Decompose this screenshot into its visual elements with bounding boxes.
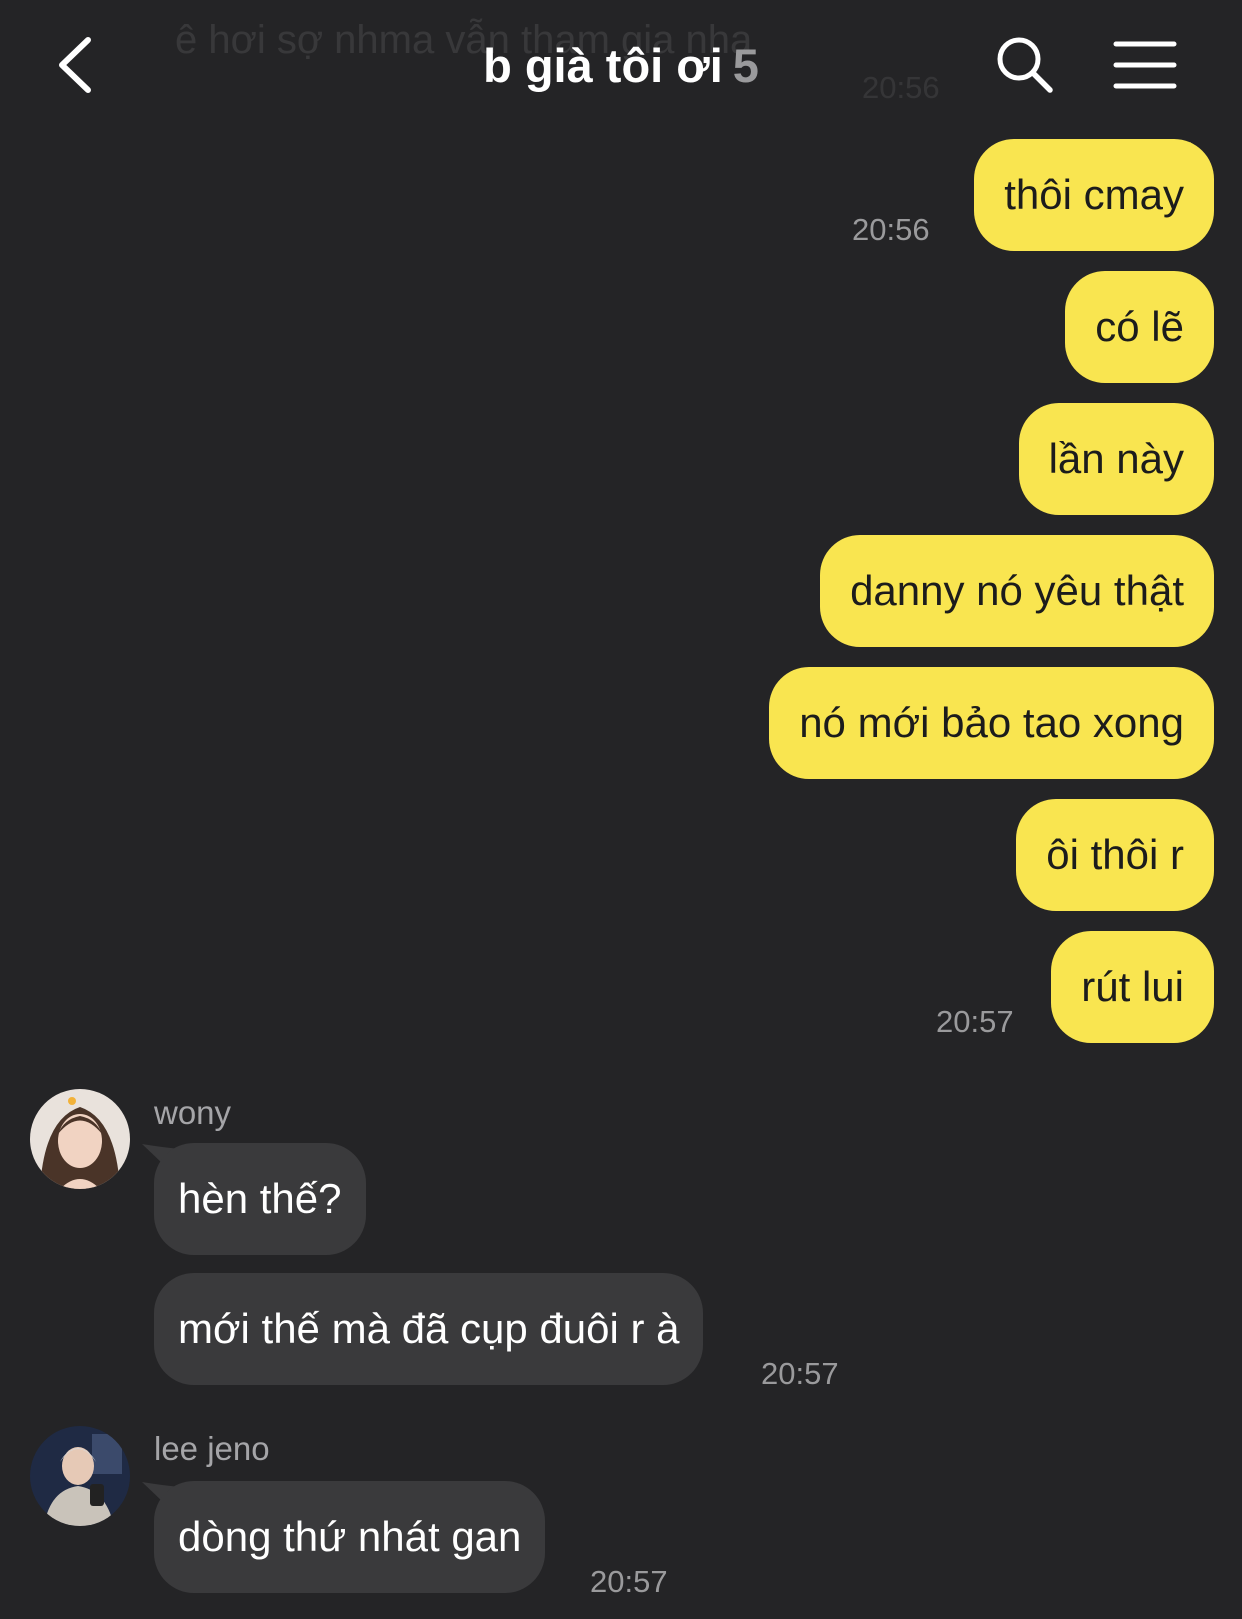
incoming-message[interactable]: mới thế mà đã cụp đuôi r à — [154, 1273, 704, 1385]
incoming-message[interactable]: dòng thứ nhát gan — [154, 1481, 546, 1593]
message-time: 20:57 — [590, 1564, 668, 1599]
outgoing-message[interactable]: thôi cmay — [974, 139, 1214, 251]
outgoing-message[interactable]: danny nó yêu thật — [820, 535, 1214, 647]
search-button[interactable] — [992, 32, 1058, 98]
hamburger-menu-icon — [1113, 41, 1177, 89]
outgoing-message[interactable]: lần này — [1018, 403, 1214, 515]
outgoing-message[interactable]: nó mới bảo tao xong — [769, 667, 1214, 779]
menu-button[interactable] — [1112, 38, 1178, 94]
message-time: 20:56 — [852, 212, 930, 247]
avatar-lee-jeno[interactable] — [30, 1426, 130, 1526]
outgoing-message[interactable]: ôi thôi r — [1016, 799, 1214, 911]
incoming-message[interactable]: hèn thế? — [154, 1143, 366, 1255]
outgoing-message[interactable]: rút lui — [1051, 931, 1214, 1043]
sender-name: lee jeno — [154, 1430, 270, 1467]
sender-name: wony — [154, 1094, 232, 1131]
chat-name: b già tôi ơi — [483, 39, 723, 92]
profile-photo-icon — [30, 1426, 130, 1526]
outgoing-message[interactable]: có lẽ — [1065, 271, 1214, 383]
chat-header: ê hơi sợ nhma vẫn tham gia nha 20:56 b g… — [0, 0, 1242, 135]
search-icon — [997, 37, 1053, 93]
message-time: 20:57 — [936, 1004, 1014, 1039]
message-time: 20:57 — [761, 1356, 839, 1391]
profile-photo-icon — [30, 1089, 130, 1189]
member-count: 5 — [732, 39, 759, 92]
avatar-wony[interactable] — [30, 1089, 130, 1189]
